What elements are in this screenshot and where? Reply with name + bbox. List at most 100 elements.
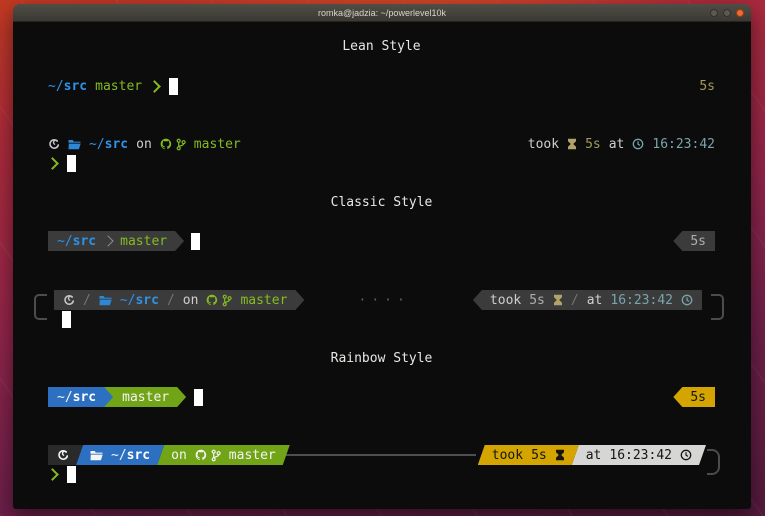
block-cursor: [67, 466, 76, 483]
took-label: took: [528, 137, 559, 152]
at-label: at: [586, 448, 602, 463]
time-segment: at 16:23:42: [572, 445, 706, 465]
window-title: romka@jadzia: ~/powerlevel10k: [318, 8, 446, 18]
at-label: at: [609, 137, 625, 152]
os-swirl-icon: [63, 294, 75, 306]
classic-prompt-twoline-top: / ~/src / on: [48, 290, 702, 310]
block-cursor: [62, 311, 71, 328]
block-cursor: [169, 78, 178, 95]
cwd: ~/src: [57, 390, 96, 405]
close-button[interactable]: [736, 9, 744, 17]
on-label: on: [171, 448, 187, 463]
branch-segment: on master: [157, 445, 290, 465]
right-segment: took 5s / at 16:23:42: [473, 290, 702, 310]
git-branch-name: master: [229, 448, 276, 463]
prompt-frame-right: [707, 449, 720, 475]
desktop-wallpaper: romka@jadzia: ~/powerlevel10k Lean Style…: [0, 0, 765, 516]
path-segment: ~/src: [76, 445, 164, 465]
block-cursor: [194, 389, 203, 406]
folder-icon: [68, 139, 81, 150]
duration-badge: 5s: [690, 390, 706, 405]
clock-icon: [681, 294, 693, 306]
separator-slash: /: [167, 293, 175, 308]
separator-chevron-icon: [102, 235, 113, 246]
took-label: took: [492, 448, 523, 463]
duration-badge: 5s: [585, 137, 601, 152]
separator-slash: /: [571, 293, 579, 308]
at-label: at: [587, 293, 603, 308]
duration-segment: 5s: [673, 231, 715, 251]
terminal-viewport[interactable]: Lean Style ~/src master 5s: [13, 22, 751, 509]
time-value: 16:23:42: [610, 293, 673, 308]
block-cursor: [67, 155, 76, 172]
terminal-window: romka@jadzia: ~/powerlevel10k Lean Style…: [13, 4, 751, 509]
clock-icon: [632, 138, 644, 150]
maximize-button[interactable]: [723, 9, 731, 17]
on-label: on: [136, 137, 152, 152]
section-title: Rainbow Style: [331, 351, 433, 366]
window-controls: [710, 4, 744, 21]
block-cursor: [191, 233, 200, 250]
cwd: ~/src: [89, 137, 128, 152]
cwd: ~/src: [48, 79, 87, 94]
lean-prompt-twoline-bottom: [48, 153, 715, 173]
clock-icon: [680, 449, 692, 461]
separator-slash: /: [83, 293, 91, 308]
rainbow-prompt-oneline: ~/src master 5s: [48, 387, 715, 407]
rainbow-prompt-twoline-bottom: [48, 464, 715, 484]
duration-badge: 5s: [531, 448, 547, 463]
hourglass-icon: [555, 449, 565, 461]
minimize-button[interactable]: [710, 9, 718, 17]
rainbow-prompt-twoline-top: ~/src on master: [48, 445, 699, 465]
path-segment: ~/src: [48, 387, 113, 407]
git-branch-name: master: [122, 390, 169, 405]
os-swirl-icon: [57, 449, 69, 461]
time-value: 16:23:42: [652, 137, 715, 152]
lean-prompt-twoline-top: ~/src on master took: [48, 134, 715, 154]
os-swirl-icon: [48, 138, 60, 150]
section-title: Lean Style: [342, 39, 420, 54]
hourglass-icon: [567, 138, 577, 150]
on-label: on: [183, 293, 199, 308]
git-branch-name: master: [120, 234, 167, 249]
folder-icon: [90, 450, 103, 461]
git-branch-icon: [211, 449, 221, 462]
cwd: ~/src: [111, 448, 150, 463]
cwd: ~/src: [57, 234, 96, 249]
prompt-chevron-icon: [148, 80, 161, 93]
rainbow-section-heading: Rainbow Style: [48, 348, 715, 368]
prompt-chevron-icon: [46, 157, 59, 170]
github-icon: [160, 138, 172, 150]
git-branch-icon: [222, 294, 232, 307]
prompt-chevron-icon: [46, 468, 59, 481]
git-branch-name: master: [194, 137, 241, 152]
classic-prompt-oneline: ~/src master 5s: [48, 231, 715, 251]
took-label: took: [490, 293, 521, 308]
lean-section-heading: Lean Style: [48, 36, 715, 56]
path-segment: ~/src master: [48, 231, 184, 251]
classic-section-heading: Classic Style: [48, 192, 715, 212]
duration-badge: 5s: [690, 234, 706, 249]
gap-filler-dots: ····: [359, 293, 410, 308]
branch-segment: master: [104, 387, 186, 407]
prompt-frame-left: [34, 294, 47, 320]
classic-prompt-twoline-bottom: [48, 309, 715, 329]
window-titlebar[interactable]: romka@jadzia: ~/powerlevel10k: [13, 4, 751, 22]
left-segment: / ~/src / on: [54, 290, 304, 310]
lean-prompt-oneline: ~/src master 5s: [48, 76, 715, 96]
duration-badge: 5s: [699, 79, 715, 94]
git-branch-name: master: [240, 293, 287, 308]
duration-segment: 5s: [673, 387, 715, 407]
cwd: ~/src: [120, 293, 159, 308]
git-branch-icon: [176, 138, 186, 151]
duration-segment: took 5s: [478, 445, 579, 465]
gap-filler-line: [285, 454, 476, 456]
folder-icon: [99, 295, 112, 306]
duration-badge: 5s: [529, 293, 545, 308]
github-icon: [195, 449, 207, 461]
hourglass-icon: [553, 294, 563, 306]
git-branch-name: master: [95, 79, 142, 94]
prompt-frame-right: [711, 294, 724, 320]
section-title: Classic Style: [331, 195, 433, 210]
github-icon: [206, 294, 218, 306]
